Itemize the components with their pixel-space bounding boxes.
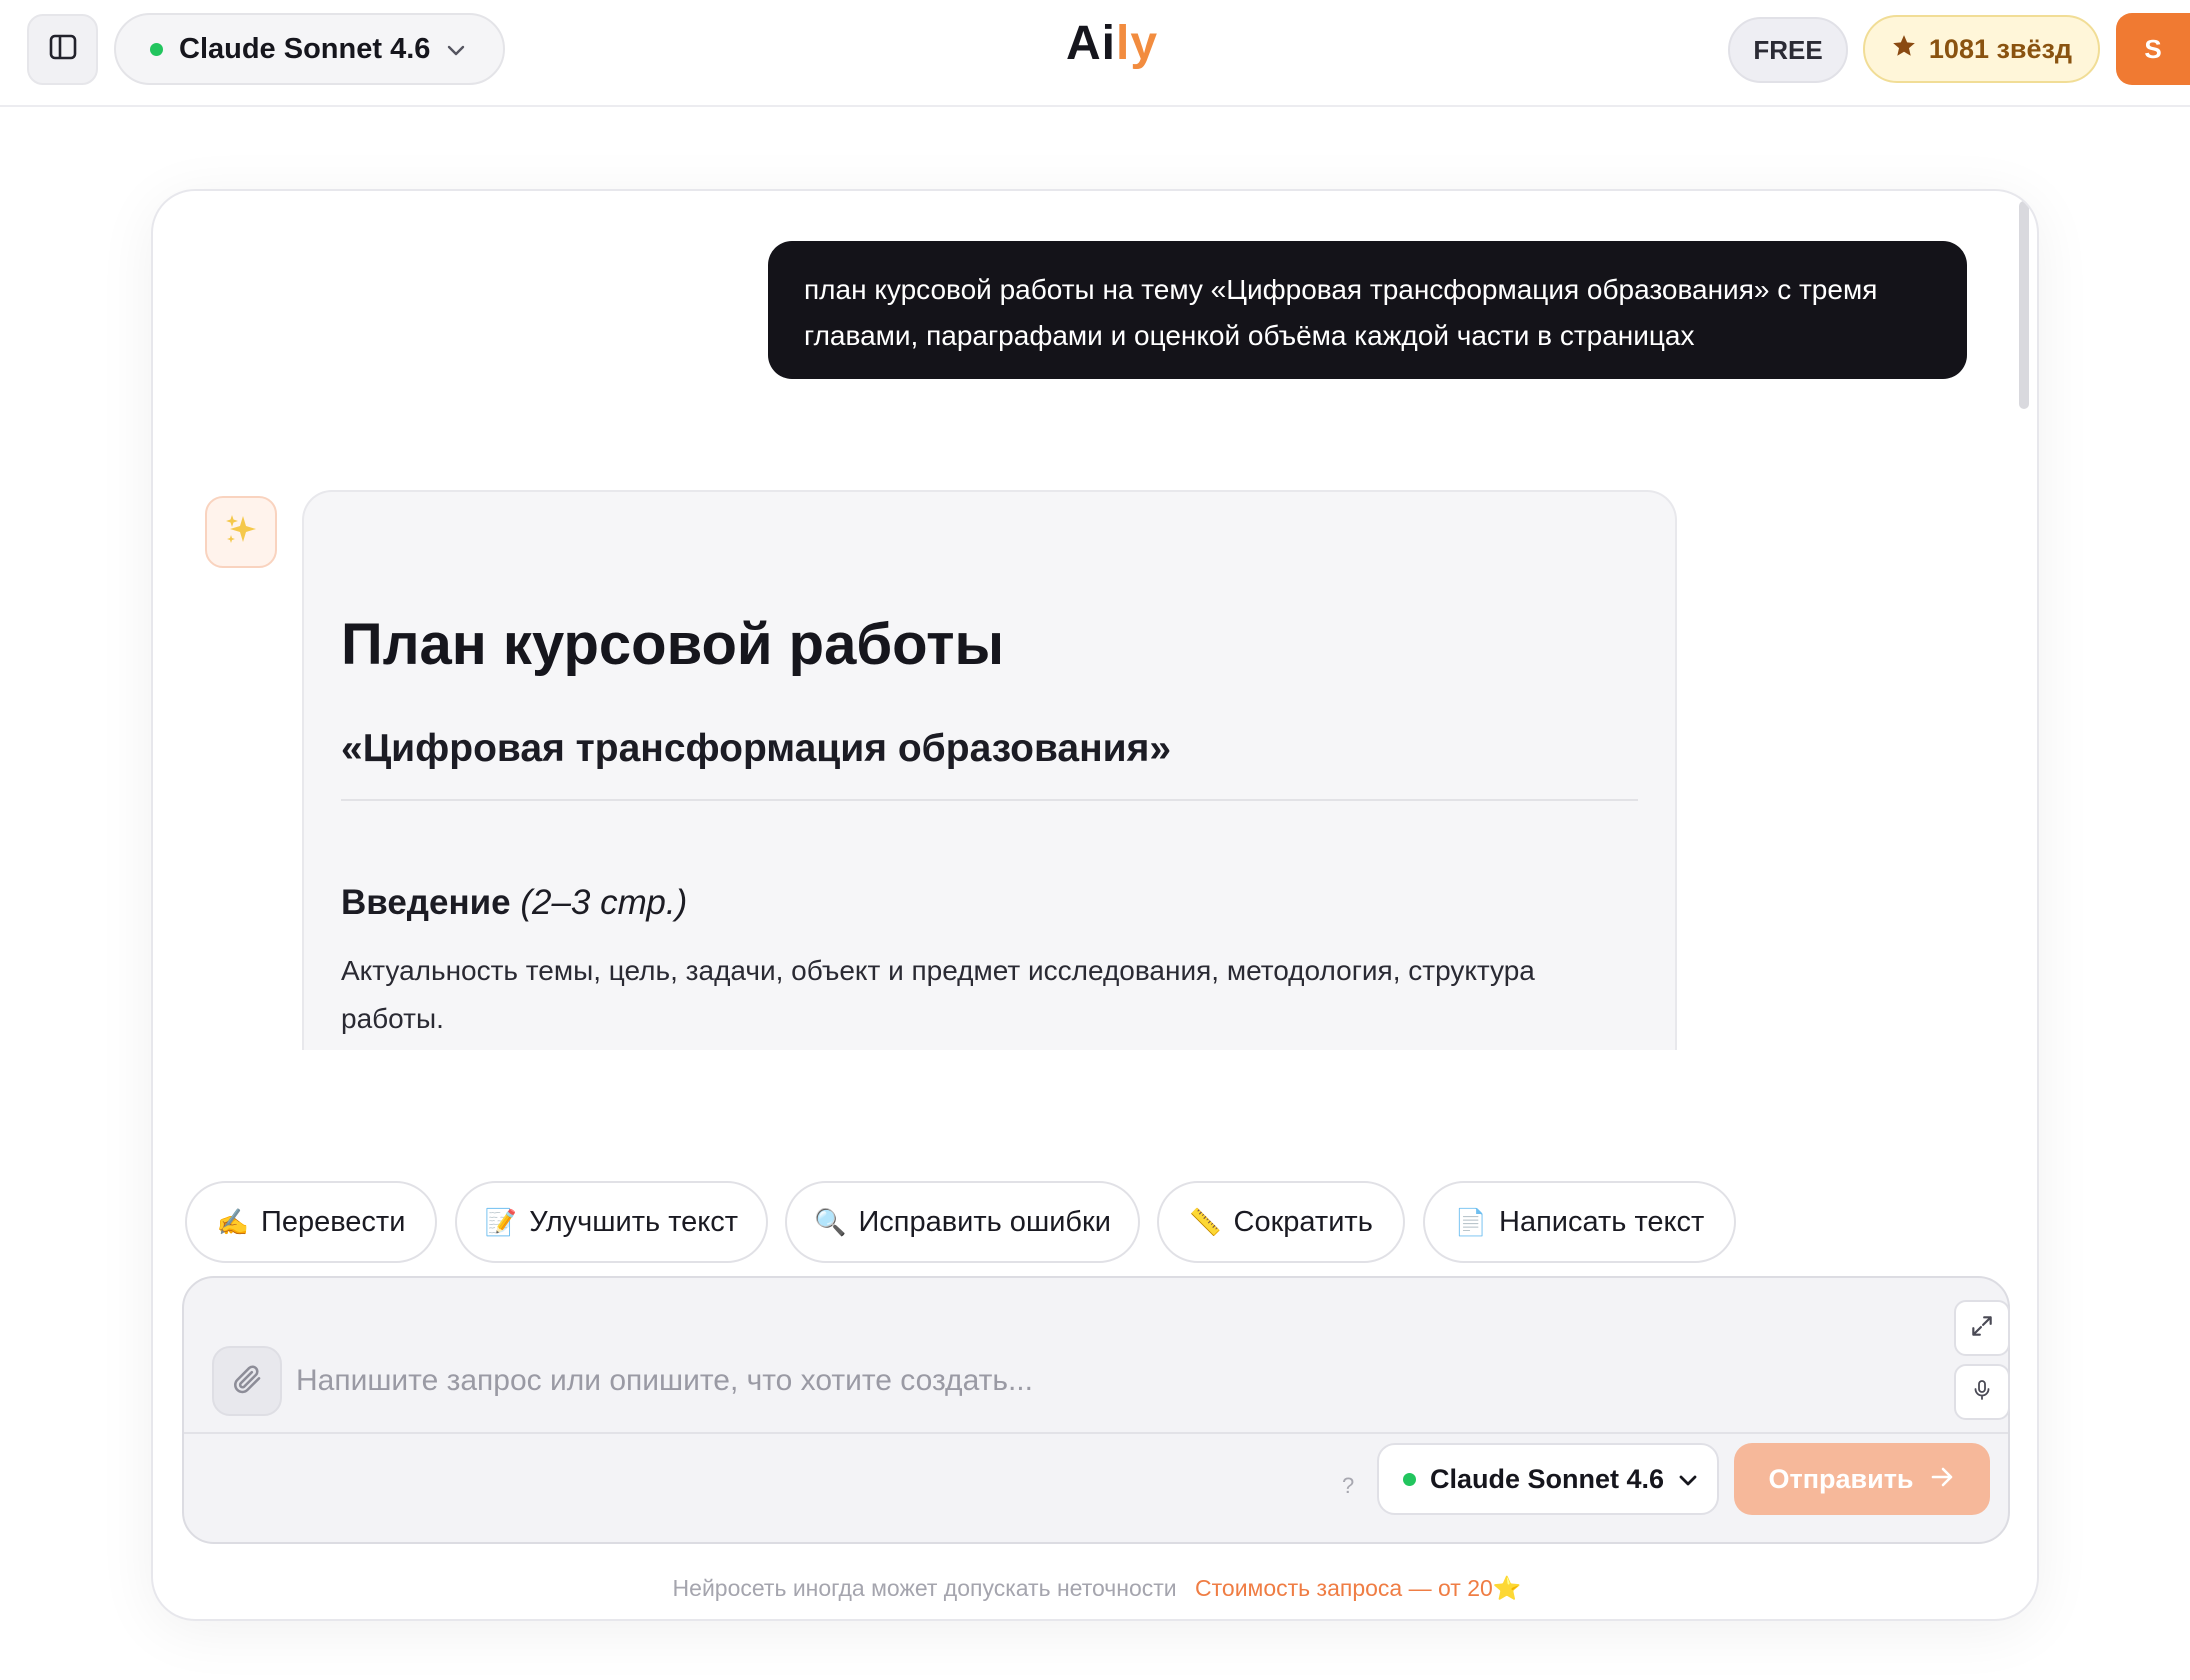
assistant-avatar: [205, 496, 277, 568]
quick-action-shorten[interactable]: 📏 Сократить: [1157, 1181, 1405, 1263]
composer-divider: [184, 1432, 2008, 1434]
writing-hand-icon: ✍️: [216, 1206, 249, 1237]
model-selector-label: Claude Sonnet 4.6: [179, 32, 431, 65]
chevron-down-icon: [1678, 1464, 1698, 1495]
quick-action-label: Улучшить текст: [529, 1205, 739, 1238]
assistant-answer: План курсовой работы «Цифровая трансформ…: [302, 490, 1677, 1050]
section-text: Актуальность темы, цель, задачи, объект …: [341, 955, 1535, 1034]
quick-action-label: Перевести: [260, 1205, 406, 1238]
ruler-icon: 📏: [1189, 1206, 1222, 1237]
send-button-label: Отправить: [1768, 1463, 1914, 1494]
quick-action-improve[interactable]: 📝 Улучшить текст: [455, 1181, 768, 1263]
stars-balance-button[interactable]: 1081 звёзд: [1863, 15, 2100, 83]
sidebar-icon: [48, 32, 78, 67]
magnifier-icon: 🔍: [814, 1206, 847, 1237]
quick-action-translate[interactable]: ✍️ Перевести: [185, 1181, 437, 1263]
status-dot: [1403, 1472, 1416, 1486]
top-bar: Claude Sonnet 4.6 Aily FREE 1081 звёзд S: [0, 0, 2190, 107]
composer-model-selector[interactable]: Claude Sonnet 4.6: [1377, 1443, 1719, 1515]
answer-title: План курсовой работы: [341, 612, 1005, 677]
disclaimer-text: Нейросеть иногда может допускать неточно…: [672, 1575, 1177, 1601]
expand-button[interactable]: [1954, 1300, 2010, 1356]
prompt-input[interactable]: [296, 1348, 1856, 1414]
section-pages: (2–3 стр.): [520, 883, 688, 922]
quick-action-label: Исправить ошибки: [858, 1205, 1111, 1238]
quick-action-fix-errors[interactable]: 🔍 Исправить ошибки: [785, 1181, 1140, 1263]
section-heading: Введение (2–3 стр.): [341, 881, 1638, 925]
user-message-bubble: план курсовой работы на тему «Цифровая т…: [768, 241, 1967, 379]
chat-card: план курсовой работы на тему «Цифровая т…: [151, 189, 2039, 1621]
page-icon: 📄: [1454, 1206, 1488, 1237]
stars-balance-label: 1081 звёзд: [1928, 33, 2073, 64]
composer-model-label: Claude Sonnet 4.6: [1430, 1463, 1665, 1494]
expand-icon: [1969, 1313, 1995, 1344]
paperclip-icon: [230, 1362, 264, 1401]
logo-text-main: Ai: [1066, 17, 1116, 70]
attach-button[interactable]: [212, 1346, 282, 1416]
plan-badge[interactable]: FREE: [1728, 17, 1848, 83]
sidebar-toggle-button[interactable]: [27, 14, 98, 85]
model-selector[interactable]: Claude Sonnet 4.6: [114, 13, 505, 85]
scrollbar-thumb[interactable]: [2019, 201, 2029, 409]
memo-icon: 📝: [484, 1206, 518, 1237]
answer-subtitle: «Цифровая трансформация образования»: [341, 725, 1638, 801]
send-button[interactable]: Отправить: [1734, 1443, 1990, 1515]
quick-action-label: Написать текст: [1499, 1205, 1705, 1238]
quick-action-label: Сократить: [1233, 1205, 1373, 1238]
section-title: Введение: [341, 883, 511, 922]
quick-action-write[interactable]: 📄 Написать текст: [1423, 1181, 1736, 1263]
user-avatar[interactable]: S: [2116, 13, 2190, 85]
composer: ? Claude Sonnet 4.6 Отправить: [182, 1276, 2010, 1544]
star-icon: [1891, 33, 1917, 66]
help-icon[interactable]: ?: [1342, 1473, 1354, 1499]
microphone-button[interactable]: [1954, 1364, 2010, 1420]
app-logo[interactable]: Aily: [1066, 16, 1158, 71]
status-dot: [150, 42, 163, 56]
footer-note: Нейросеть иногда может допускать неточно…: [153, 1575, 2037, 1602]
microphone-icon: [1970, 1377, 1994, 1408]
chevron-down-icon: [446, 33, 466, 66]
request-cost-link[interactable]: Стоимость запроса — от 20⭐: [1195, 1575, 1521, 1601]
arrow-right-icon: [1930, 1464, 1956, 1495]
sparkles-icon: [223, 512, 259, 553]
logo-text-accent: ly: [1116, 17, 1159, 70]
